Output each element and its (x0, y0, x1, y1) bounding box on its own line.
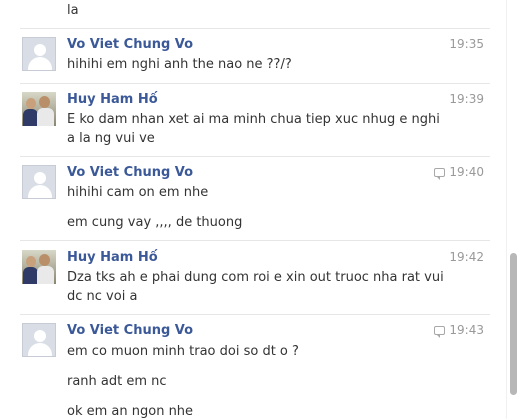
message-text: la (67, 3, 79, 18)
avatar-body-shape (28, 185, 52, 198)
photo-person-body (37, 266, 54, 284)
message-text: em cung vay ,,,, de thuong (67, 215, 243, 230)
message-time: 19:39 (449, 91, 484, 108)
avatar-body-shape (28, 57, 52, 70)
avatar-body-shape (28, 343, 52, 356)
timestamp: 19:42 (449, 250, 484, 264)
photo-person-head (39, 96, 50, 108)
reply-icon[interactable] (434, 326, 446, 338)
message-divider (20, 240, 490, 241)
message-text: Dza tks ah e phai dung com roi e xin out… (67, 270, 444, 285)
avatar-head-shape (34, 44, 46, 56)
sender-name[interactable]: Vo Viet Chung Vo (67, 36, 193, 53)
sender-name[interactable]: Huy Ham Hố (67, 91, 158, 108)
chat-conversation: la Vo Viet Chung Vo 19:35 hihihi em nghi… (0, 0, 506, 419)
scrollbar-thumb[interactable] (510, 253, 517, 395)
message-time: 19:43 (434, 322, 484, 339)
timestamp: 19:40 (449, 165, 484, 179)
avatar-head-shape (34, 330, 46, 342)
photo-avatar[interactable] (22, 250, 56, 284)
photo-person-head (26, 256, 36, 267)
photo-avatar[interactable] (22, 92, 56, 126)
message-divider (20, 83, 490, 84)
timestamp: 19:43 (449, 323, 484, 337)
photo-person-head (39, 254, 50, 266)
message-time: 19:42 (449, 249, 484, 266)
sender-name[interactable]: Vo Viet Chung Vo (67, 164, 193, 181)
photo-person-head (26, 98, 36, 109)
timestamp: 19:35 (449, 37, 484, 51)
message-text: E ko dam nhan xet ai ma minh chua tiep x… (67, 112, 440, 127)
default-avatar[interactable] (22, 37, 56, 71)
vertical-scrollbar[interactable] (506, 0, 519, 419)
message-text: ok em an ngon nhe (67, 404, 194, 419)
photo-person-body (23, 109, 38, 126)
message-text: hihihi em nghi anh the nao ne ??/? (67, 57, 292, 72)
message-divider (20, 156, 490, 157)
message-divider (20, 314, 490, 315)
default-avatar[interactable] (22, 323, 56, 357)
timestamp: 19:39 (449, 92, 484, 106)
default-avatar[interactable] (22, 165, 56, 199)
sender-name[interactable]: Vo Viet Chung Vo (67, 322, 193, 339)
photo-person-body (37, 108, 54, 126)
message-divider (20, 28, 490, 29)
sender-name[interactable]: Huy Ham Hố (67, 249, 158, 266)
message-text: a la ng vui ve (67, 131, 155, 146)
message-time: 19:35 (449, 36, 484, 53)
message-text: dc nc voi a (67, 289, 138, 304)
message-text: ranh adt em nc (67, 374, 167, 389)
message-text: hihihi cam on em nhe (67, 185, 209, 200)
photo-person-body (23, 267, 38, 284)
message-time: 19:40 (434, 164, 484, 181)
avatar-head-shape (34, 172, 46, 184)
message-text: em co muon minh trao doi so dt o ? (67, 344, 299, 359)
reply-icon[interactable] (434, 168, 446, 180)
